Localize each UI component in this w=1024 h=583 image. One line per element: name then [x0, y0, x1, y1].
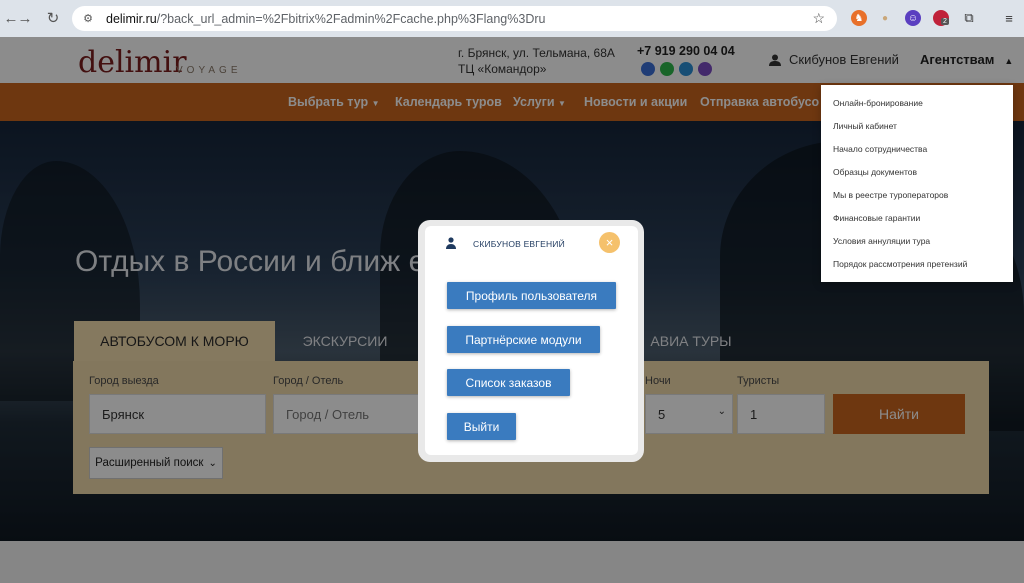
- user-menu-modal: Скибунов Евгений × Профиль пользователя …: [425, 226, 638, 455]
- forward-icon[interactable]: →: [14, 7, 36, 29]
- extension-icon-3[interactable]: ☺: [905, 10, 921, 26]
- extension-icon-1[interactable]: ♞: [851, 10, 867, 26]
- orders-list-button[interactable]: Список заказов: [447, 369, 570, 396]
- extension-icon-4[interactable]: 2: [933, 10, 949, 26]
- close-icon[interactable]: ×: [599, 232, 620, 253]
- user-icon: [446, 237, 456, 249]
- extension-icon-2[interactable]: ●: [877, 10, 893, 26]
- dropdown-item-operator-registry[interactable]: Мы в реестре туроператоров: [821, 184, 1013, 207]
- dropdown-item-personal-account[interactable]: Личный кабинет: [821, 115, 1013, 138]
- bookmark-star-icon[interactable]: ☆: [812, 10, 825, 27]
- reload-icon[interactable]: ↻: [42, 7, 64, 29]
- browser-toolbar: ← → ↻ ⚙ delimir.ru/?back_url_admin=%2Fbi…: [0, 0, 1024, 37]
- profile-button[interactable]: Профиль пользователя: [447, 282, 616, 309]
- dropdown-item-claims-procedure[interactable]: Порядок рассмотрения претензий: [821, 253, 1013, 276]
- dropdown-item-online-booking[interactable]: Онлайн-бронирование: [821, 92, 1013, 115]
- modal-user-name: Скибунов Евгений: [473, 239, 565, 249]
- url-path: /?back_url_admin=%2Fbitrix%2Fadmin%2Fcac…: [156, 11, 546, 26]
- dropdown-item-start-cooperation[interactable]: Начало сотрудничества: [821, 138, 1013, 161]
- dropdown-item-financial-guarantees[interactable]: Финансовые гарантии: [821, 207, 1013, 230]
- url-host: delimir.ru: [106, 11, 157, 26]
- dropdown-item-document-samples[interactable]: Образцы документов: [821, 161, 1013, 184]
- puzzle-icon[interactable]: ⧉: [961, 10, 977, 26]
- logout-button[interactable]: Выйти: [447, 413, 516, 440]
- site-settings-icon[interactable]: ⚙: [80, 11, 96, 27]
- address-bar[interactable]: ⚙ delimir.ru/?back_url_admin=%2Fbitrix%2…: [72, 6, 837, 31]
- agency-dropdown-menu: Онлайн-бронирование Личный кабинет Начал…: [821, 85, 1013, 282]
- extension-badge: 2: [941, 18, 949, 25]
- partner-modules-button[interactable]: Партнёрские модули: [447, 326, 600, 353]
- dropdown-item-cancellation-terms[interactable]: Условия аннуляции тура: [821, 230, 1013, 253]
- reading-list-icon[interactable]: ≡: [1001, 10, 1017, 26]
